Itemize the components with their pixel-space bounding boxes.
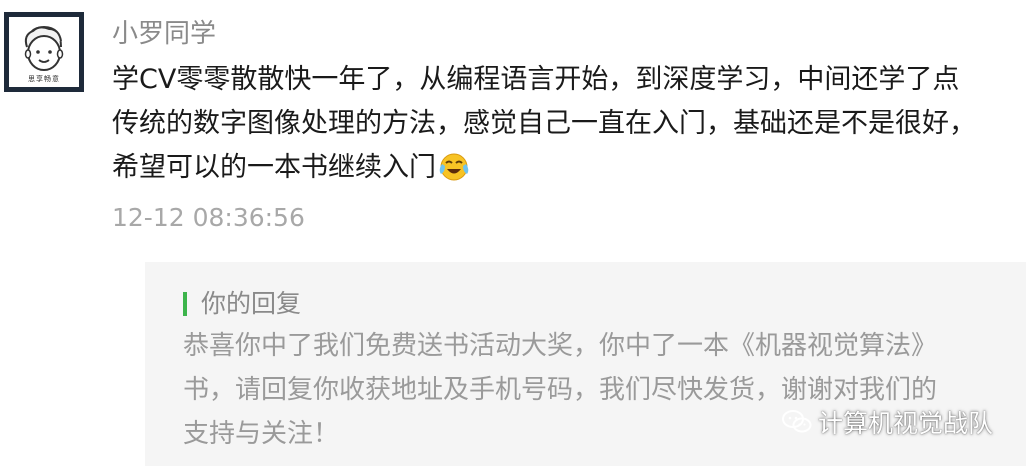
reply-accent-bar bbox=[183, 292, 187, 316]
comment-text-line: 希望可以的一本书继续入门 bbox=[112, 146, 1017, 190]
avatar[interactable]: 思享畅意 bbox=[4, 12, 84, 92]
avatar-caption: 思享畅意 bbox=[28, 75, 60, 83]
comment-text-line: 学CV零零散散快一年了，从编程语言开始，到深度学习，中间还学了点 bbox=[112, 64, 960, 95]
reply-title: 你的回复 bbox=[201, 289, 302, 318]
comment-username[interactable]: 小罗同学 bbox=[112, 16, 216, 52]
comment-text-tail: 希望可以的一本书继续入门 bbox=[112, 152, 436, 183]
comment-timestamp: 12-12 08:36:56 bbox=[112, 203, 305, 232]
reply-text-line: 恭喜你中了我们免费送书活动大奖，你中了一本《机器视觉算法》 bbox=[183, 331, 938, 361]
reply-heading: 你的回复 bbox=[183, 286, 301, 322]
wechat-icon bbox=[782, 410, 812, 433]
comment-body: 学CV零零散散快一年了，从编程语言开始，到深度学习，中间还学了点 传统的数字图像… bbox=[112, 58, 1017, 190]
watermark-text: 计算机视觉战队 bbox=[818, 409, 994, 438]
laughing-crying-emoji-icon bbox=[438, 150, 470, 182]
watermark: 计算机视觉战队 bbox=[782, 404, 993, 440]
avatar-image: 思享畅意 bbox=[9, 17, 79, 87]
comment-text-line: 传统的数字图像处理的方法，感觉自己一直在入门，基础还是不是很好， bbox=[112, 108, 976, 139]
